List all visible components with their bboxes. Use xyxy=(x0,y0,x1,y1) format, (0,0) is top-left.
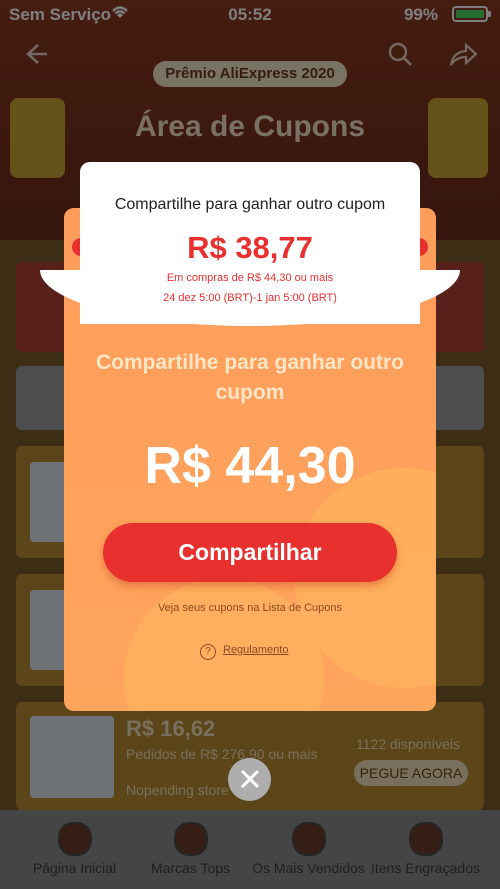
coupon-ticket-price: R$ 38,77 xyxy=(187,230,313,265)
share-button[interactable]: Compartilhar xyxy=(103,523,397,582)
modal-amount: R$ 44,30 xyxy=(144,437,356,495)
modal-heading: Compartilhe para ganhar outro cupom xyxy=(95,351,405,404)
close-icon xyxy=(240,769,259,789)
coupon-ticket-dates: 24 dez 5:00 (BRT)-1 jan 5:00 (BRT) xyxy=(163,292,337,304)
coupon-list-note: Veja seus cupons na Lista de Cupons xyxy=(157,602,343,614)
question-icon[interactable]: ? xyxy=(200,644,216,660)
rules-link[interactable]: Regulamento xyxy=(223,644,288,656)
coupon-ticket-condition: Em compras de R$ 44,30 ou mais xyxy=(166,272,334,284)
close-button[interactable] xyxy=(228,758,271,801)
coupon-ticket-title: Compartilhe para ganhar outro cupom xyxy=(114,196,386,213)
